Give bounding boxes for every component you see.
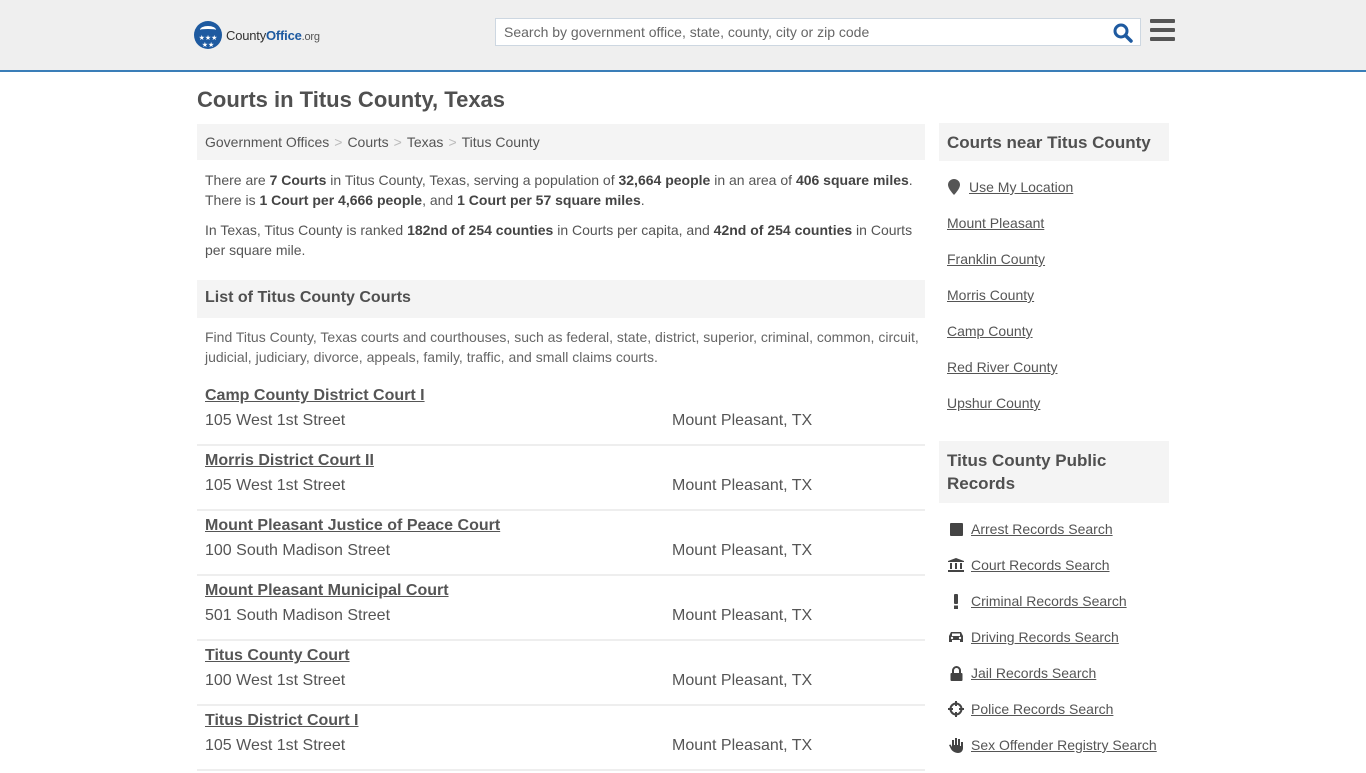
menu-bar-icon: [1150, 37, 1175, 41]
court-address: 501 South Madison Street: [205, 607, 391, 624]
nearby-item: Upshur County: [947, 395, 1172, 431]
hand-icon: [947, 737, 965, 753]
nearby-link-camp-county[interactable]: Camp County: [947, 323, 1033, 339]
menu-bar-icon: [1150, 19, 1175, 23]
court-address: 105 West 1st Street: [205, 412, 346, 429]
court-address: 100 South Madison Street: [205, 542, 391, 559]
square-icon: [947, 521, 965, 537]
court-list: Camp County District Court I 105 West 1s…: [197, 381, 925, 771]
court-city: Mount Pleasant, TX: [672, 477, 813, 494]
nearby-link-morris-county[interactable]: Morris County: [947, 287, 1034, 303]
ranking-paragraph: In Texas, Titus County is ranked 182nd o…: [205, 222, 913, 258]
public-records-list: Arrest Records Search Court Records Sear…: [947, 521, 1172, 773]
menu-bar-icon: [1150, 28, 1175, 32]
records-item: Jail Records Search: [947, 665, 1172, 701]
nearby-link-red-river-county[interactable]: Red River County: [947, 359, 1058, 375]
court-list-item: Camp County District Court I 105 West 1s…: [197, 381, 925, 446]
court-name-link[interactable]: Titus District Court I: [205, 712, 359, 730]
records-item: Driving Records Search: [947, 629, 1172, 665]
hamburger-menu-button[interactable]: [1150, 19, 1175, 41]
stats-paragraph: There are 7 Courts in Titus County, Texa…: [205, 172, 913, 208]
search-bar: [495, 18, 1141, 46]
nearby-courts-heading: Courts near Titus County: [939, 123, 1169, 161]
crosshairs-icon: [947, 701, 965, 717]
criminal-records-link[interactable]: Criminal Records Search: [971, 593, 1127, 609]
court-city: Mount Pleasant, TX: [672, 412, 813, 429]
court-name-link[interactable]: Morris District Court II: [205, 452, 374, 470]
court-list-item: Mount Pleasant Justice of Peace Court 10…: [197, 511, 925, 576]
intro-text: There are 7 Courts in Titus County, Texa…: [205, 170, 920, 270]
court-list-description: Find Titus County, Texas courts and cour…: [205, 329, 919, 365]
court-city: Mount Pleasant, TX: [672, 607, 813, 624]
court-list-item: Titus District Court I 105 West 1st Stre…: [197, 706, 925, 771]
records-item: Arrest Records Search: [947, 521, 1172, 557]
police-records-link[interactable]: Police Records Search: [971, 701, 1113, 717]
court-name-link[interactable]: Mount Pleasant Justice of Peace Court: [205, 517, 500, 535]
court-list-item: Mount Pleasant Municipal Court 501 South…: [197, 576, 925, 641]
nearby-item: Morris County: [947, 287, 1172, 323]
courthouse-icon: [947, 557, 965, 573]
court-list-heading: List of Titus County Courts: [197, 280, 925, 318]
use-my-location-item: Use My Location: [947, 179, 1172, 215]
nearby-item: Mount Pleasant: [947, 215, 1172, 251]
court-list-item: Morris District Court II 105 West 1st St…: [197, 446, 925, 511]
court-address: 100 West 1st Street: [205, 672, 346, 689]
court-name-link[interactable]: Titus County Court: [205, 647, 350, 665]
records-item: Criminal Records Search: [947, 593, 1172, 629]
records-item: Police Records Search: [947, 701, 1172, 737]
logo-text: CountyOffice.org: [226, 27, 320, 43]
nearby-courts-list: Use My Location Mount Pleasant Franklin …: [947, 179, 1172, 431]
nearby-item: Red River County: [947, 359, 1172, 395]
court-name-link[interactable]: Camp County District Court I: [205, 387, 425, 405]
court-address: 105 West 1st Street: [205, 477, 346, 494]
site-header: ★★★ ★★ CountyOffice.org: [0, 0, 1366, 72]
court-city: Mount Pleasant, TX: [672, 542, 813, 559]
page-title: Courts in Titus County, Texas: [197, 87, 506, 112]
arrest-records-link[interactable]: Arrest Records Search: [971, 521, 1113, 537]
nearby-item: Franklin County: [947, 251, 1172, 287]
court-city: Mount Pleasant, TX: [672, 672, 813, 689]
court-name-link[interactable]: Mount Pleasant Municipal Court: [205, 582, 449, 600]
nearby-link-upshur-county[interactable]: Upshur County: [947, 395, 1040, 411]
court-list-item: Titus County Court 100 West 1st Street M…: [197, 641, 925, 706]
car-icon: [947, 629, 965, 645]
breadcrumb-separator: >: [448, 134, 457, 150]
public-records-heading: Titus County Public Records: [939, 441, 1169, 503]
court-address: 105 West 1st Street: [205, 737, 346, 754]
breadcrumb-courts[interactable]: Courts: [347, 134, 388, 150]
sex-offender-registry-link[interactable]: Sex Offender Registry Search: [971, 737, 1157, 753]
exclamation-icon: [947, 593, 965, 609]
search-button[interactable]: [1112, 22, 1134, 44]
breadcrumb: Government Offices > Courts > Texas > Titus Co…: [197, 124, 925, 160]
search-input[interactable]: [496, 19, 1096, 45]
search-icon: [1113, 23, 1133, 43]
breadcrumb-separator: >: [393, 134, 402, 150]
breadcrumb-texas[interactable]: Texas: [407, 134, 444, 150]
nearby-link-mount-pleasant[interactable]: Mount Pleasant: [947, 215, 1044, 231]
jail-records-link[interactable]: Jail Records Search: [971, 665, 1096, 681]
breadcrumb-government-offices[interactable]: Government Offices: [205, 134, 329, 150]
driving-records-link[interactable]: Driving Records Search: [971, 629, 1119, 645]
eagle-logo-icon: ★★★ ★★: [194, 21, 222, 49]
court-city: Mount Pleasant, TX: [672, 737, 813, 754]
use-my-location-link[interactable]: Use My Location: [969, 179, 1073, 195]
court-records-link[interactable]: Court Records Search: [971, 557, 1110, 573]
breadcrumb-separator: >: [334, 134, 343, 150]
nearby-link-franklin-county[interactable]: Franklin County: [947, 251, 1045, 267]
site-logo[interactable]: ★★★ ★★ CountyOffice.org: [194, 21, 320, 49]
records-item: Court Records Search: [947, 557, 1172, 593]
breadcrumb-titus-county[interactable]: Titus County: [462, 134, 540, 150]
map-marker-icon: [945, 179, 963, 195]
lock-icon: [947, 665, 965, 681]
nearby-item: Camp County: [947, 323, 1172, 359]
